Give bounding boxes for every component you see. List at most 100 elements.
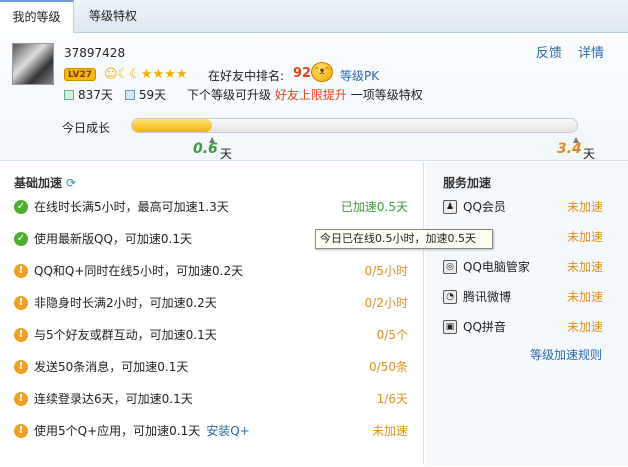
acceleration-row: ! 与5个好友或群互动，可加速0.1天 0/5个 xyxy=(14,325,412,345)
header-links: 反馈 详情 xyxy=(524,42,604,61)
acceleration-status: 未加速 xyxy=(371,424,408,438)
acceleration-row: ! 连续登录达6天，可加速0.1天 1/6天 xyxy=(14,389,412,409)
active-days: 837天 xyxy=(78,88,113,102)
acceleration-row: ! 使用5个Q+应用，可加速0.1天 安装Q+ 未加速 xyxy=(14,421,412,441)
install-qplus-link[interactable]: 安装Q+ xyxy=(206,424,250,438)
tab-level-privileges[interactable]: 等级特权 xyxy=(76,0,150,33)
acceleration-text: 使用最新版QQ，可加速0.1天 xyxy=(34,229,192,249)
service-status: 未加速 xyxy=(566,290,603,304)
next-highlight-link[interactable]: 好友上限提升 xyxy=(275,88,347,102)
acceleration-text: QQ和Q+同时在线5小时，可加速0.2天 xyxy=(34,261,243,281)
basic-title: 基础加速 ⟳ xyxy=(14,174,76,191)
service-status: 未加速 xyxy=(566,230,603,244)
check-icon: ✓ xyxy=(14,232,28,246)
acceleration-row: ! 非隐身时长满2小时，可加速0.2天 0/2小时 xyxy=(14,293,412,313)
acceleration-text-label: 发送50条消息，可加速0.1天 xyxy=(34,360,189,374)
acceleration-text: 使用5个Q+应用，可加速0.1天 安装Q+ xyxy=(34,421,250,441)
sun-icon: ☺ xyxy=(104,66,118,82)
acceleration-text-label: QQ和Q+同时在线5小时，可加速0.2天 xyxy=(34,264,244,278)
calendar-icon xyxy=(64,89,74,100)
moon-icon: ☾ xyxy=(117,66,130,82)
feedback-link[interactable]: 反馈 xyxy=(536,46,562,61)
acceleration-row: ! 发送50条消息，可加速0.1天 0/50条 xyxy=(14,357,412,377)
acceleration-rules-link[interactable]: 等级加速规则 xyxy=(530,346,602,363)
tab-my-level[interactable]: 我的等级 xyxy=(0,0,74,34)
rank-value: 92 xyxy=(293,66,312,81)
acceleration-text-label: 使用5个Q+应用，可加速0.1天 xyxy=(34,424,201,438)
detail-link[interactable]: 详情 xyxy=(578,46,604,61)
star-icon: ★ xyxy=(164,66,176,82)
acceleration-text: 在线时长满5小时，最高可加速1.3天 xyxy=(34,197,229,217)
growth-current-unit: 天 xyxy=(220,147,233,161)
rest-icon xyxy=(124,89,135,100)
rest-days: 59天 xyxy=(138,88,167,102)
tab-bar: 我的等级 等级特权 xyxy=(0,0,628,34)
growth-max: 3.4 xyxy=(557,141,582,157)
check-icon: ✓ xyxy=(14,200,28,214)
service-status: 未加速 xyxy=(566,200,603,214)
acceleration-status: 0/2小时 xyxy=(364,296,408,310)
acceleration-status: 0/5小时 xyxy=(364,264,408,278)
weibo-icon: ◔ xyxy=(443,290,457,304)
next-prefix: 下个等级可升级 xyxy=(187,88,272,102)
acceleration-text: 与5个好友或群互动，可加速0.1天 xyxy=(34,325,217,345)
guard-icon: ◎ xyxy=(443,260,457,274)
level-header: 37897428 反馈 详情 LV27 ☺☾☾★★★★ 在好友中排名: 92 ᵔ… xyxy=(0,33,628,161)
service-acceleration-panel: 服务加速 ♟QQ会员未加速◉QQ未加速◎QQ电脑管家未加速◔腾讯微博未加速▣QQ… xyxy=(425,162,628,465)
growth-max-unit: 天 xyxy=(583,147,596,161)
service-title: 服务加速 xyxy=(443,176,492,190)
refresh-icon[interactable]: ⟳ xyxy=(66,176,76,190)
growth-label: 今日成长 xyxy=(62,121,111,135)
service-row[interactable]: ♟ QQ会员 未加速 xyxy=(443,197,603,217)
growth-current: 0.6 xyxy=(193,141,218,157)
star-icon: ★ xyxy=(140,66,153,82)
service-row[interactable]: ◔ 腾讯微博 未加速 xyxy=(443,287,603,307)
avatar[interactable] xyxy=(12,43,54,85)
service-status: 未加速 xyxy=(566,320,603,334)
acceleration-text-label: 连续登录达6天，可加速0.1天 xyxy=(34,392,193,406)
acceleration-row: ✓ 在线时长满5小时，最高可加速1.3天 已加速0.5天 xyxy=(14,197,412,217)
info-icon: ! xyxy=(14,296,28,310)
acceleration-status: 0/50条 xyxy=(369,360,408,374)
acceleration-status: 已加速0.5天 xyxy=(340,200,408,214)
acceleration-text: 发送50条消息，可加速0.1天 xyxy=(34,357,188,377)
next-level-info: 下个等级可升级 好友上限提升 一项等级特权 xyxy=(187,86,423,103)
info-icon: ! xyxy=(14,392,28,406)
rank-label: 在好友中排名: xyxy=(208,69,285,83)
acceleration-text-label: 在线时长满5小时，最高可加速1.3天 xyxy=(34,200,229,214)
acceleration-text-label: 非隐身时长满2小时，可加速0.2天 xyxy=(34,296,217,310)
growth-progress-fill xyxy=(132,119,213,132)
star-icon: ★ xyxy=(175,66,188,82)
service-row[interactable]: ▣ QQ拼音 未加速 xyxy=(443,317,603,337)
penguin-icon: ♟ xyxy=(443,200,457,214)
next-suffix: 一项等级特权 xyxy=(350,88,423,102)
service-name: QQ会员 xyxy=(463,200,506,214)
level-icons: ☺☾☾★★★★ xyxy=(104,67,188,82)
service-name: 腾讯微博 xyxy=(463,290,512,304)
growth-progress-bar xyxy=(131,118,578,133)
star-icon: ★ xyxy=(152,66,165,82)
acceleration-text-label: 使用最新版QQ，可加速0.1天 xyxy=(34,232,192,246)
service-name: QQ拼音 xyxy=(463,320,506,334)
acceleration-status: 1/6天 xyxy=(376,392,408,406)
info-icon: ! xyxy=(14,360,28,374)
level-pk-link[interactable]: 等级PK xyxy=(340,67,379,84)
acceleration-status: 0/5个 xyxy=(376,328,408,342)
stats-row: 837天 59天 xyxy=(64,86,178,103)
acceleration-text-label: 与5个好友或群互动，可加速0.1天 xyxy=(34,328,217,342)
service-row[interactable]: ◎ QQ电脑管家 未加速 xyxy=(443,257,603,277)
acceleration-text: 非隐身时长满2小时，可加速0.2天 xyxy=(34,293,217,313)
level-badge: LV27 xyxy=(64,67,96,81)
service-name: QQ电脑管家 xyxy=(463,260,530,274)
basic-acceleration-panel: 基础加速 ⟳ ✓ 在线时长满5小时，最高可加速1.3天 已加速0.5天 ✓ 使用最新版QQ… xyxy=(2,162,424,465)
pk-face-icon[interactable]: ᵔᴥᵔ xyxy=(311,62,333,82)
level-row: LV27 ☺☾☾★★★★ xyxy=(64,65,188,83)
info-icon: ! xyxy=(14,264,28,278)
qq-number: 37897428 xyxy=(64,46,126,60)
service-status: 未加速 xyxy=(566,260,603,274)
info-icon: ! xyxy=(14,328,28,342)
moon-icon: ☾ xyxy=(129,66,141,82)
info-icon: ! xyxy=(14,424,28,438)
basic-title-text: 基础加速 xyxy=(14,176,63,190)
tooltip: 今日已在线0.5小时，加速0.5天 xyxy=(315,229,493,249)
